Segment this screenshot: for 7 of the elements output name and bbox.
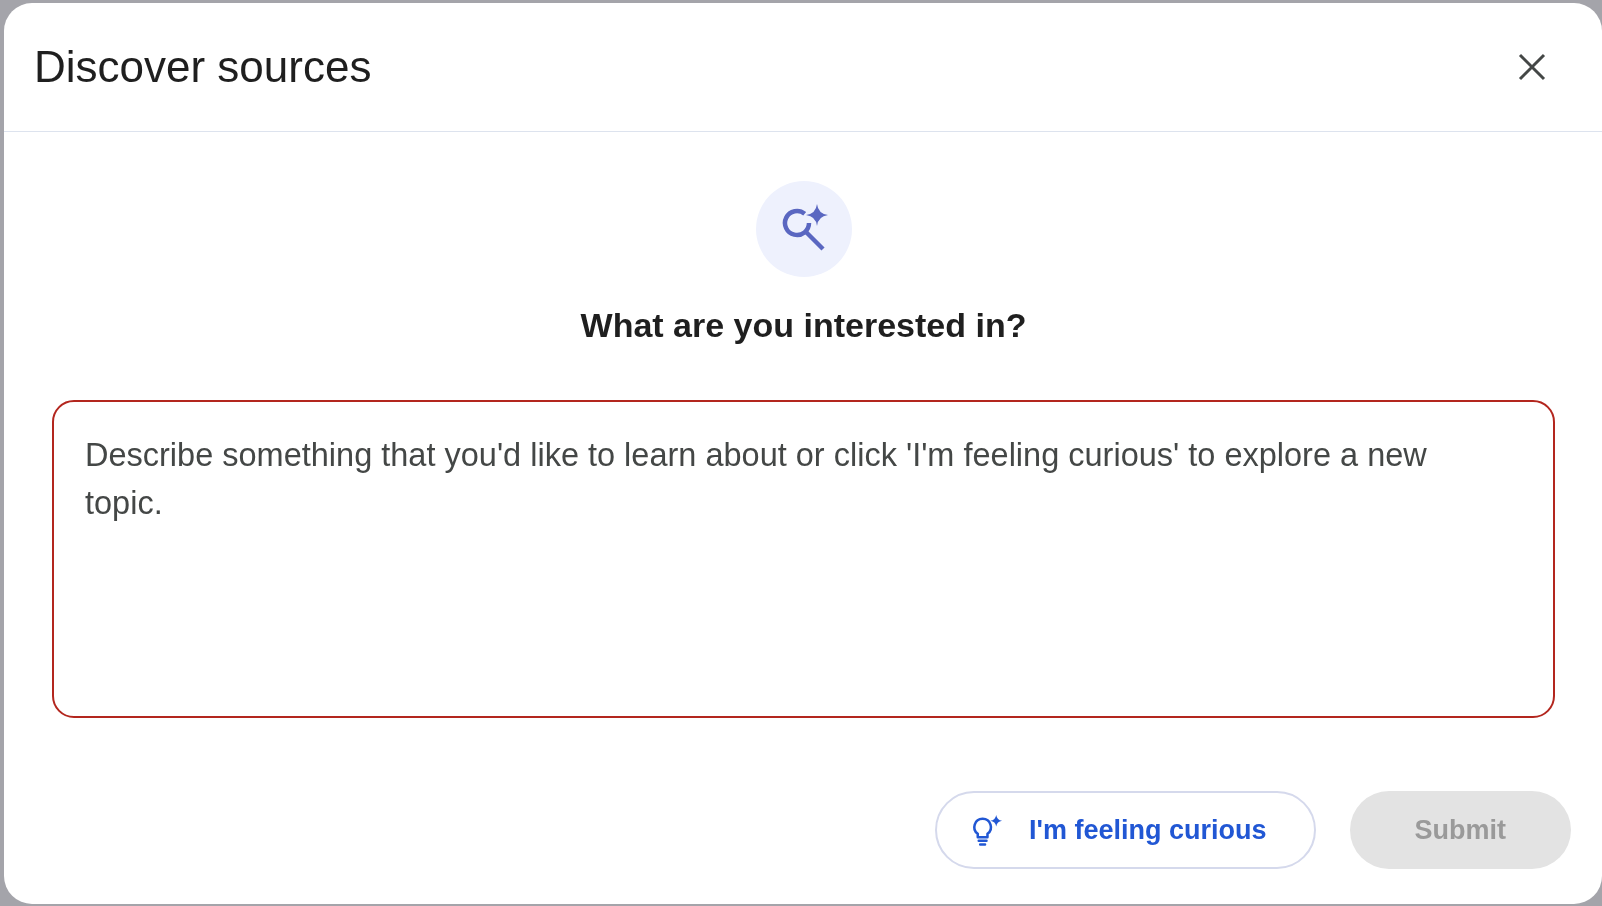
close-icon — [1518, 53, 1546, 81]
prompt-heading: What are you interested in? — [580, 305, 1027, 345]
search-sparkle-icon — [755, 181, 852, 277]
curious-button[interactable]: I'm feeling curious — [935, 791, 1316, 869]
lightbulb-sparkle-icon — [970, 813, 1004, 847]
dialog-title: Discover sources — [34, 40, 372, 93]
query-field[interactable]: Describe something that you'd like to learn about or click 'I'm feeling curious' to explore a new topic. — [52, 400, 1555, 718]
